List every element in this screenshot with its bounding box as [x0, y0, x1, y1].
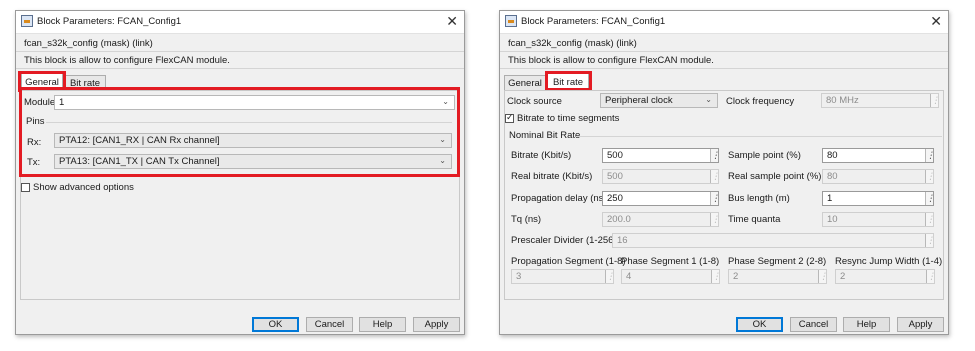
module-select[interactable]: 1 ⌄	[54, 95, 455, 110]
phase-segment-1-label: Phase Segment 1 (1-8)	[621, 256, 720, 267]
clock-source-select[interactable]: Peripheral clock ⌄	[600, 93, 718, 108]
resync-jump-width-field: 2	[835, 269, 935, 284]
propagation-segment-field: 3	[511, 269, 614, 284]
left-window-title: Block Parameters: FCAN_Config1	[37, 16, 182, 27]
propagation-delay-label: Propagation delay (ns)	[511, 193, 607, 204]
show-advanced-label[interactable]: Show advanced options	[33, 182, 134, 193]
rx-label: Rx:	[27, 137, 42, 148]
left-block-name: fcan_s32k_config (mask) (link)	[24, 38, 153, 49]
right-dialog: Block Parameters: FCAN_Config1 ✕ fcan_s3…	[499, 10, 949, 335]
rx-select[interactable]: PTA12: [CAN1_RX | CAN Rx channel] ⌄	[54, 133, 452, 148]
divider	[500, 68, 948, 69]
bitrate-label: Bitrate (Kbit/s)	[511, 150, 572, 161]
cancel-button[interactable]: Cancel	[306, 317, 353, 332]
ok-button[interactable]: OK	[252, 317, 299, 332]
prescaler-field: 16	[612, 233, 934, 248]
phase-segment-2-field: 2	[728, 269, 827, 284]
show-advanced-checkbox[interactable]	[21, 183, 30, 192]
divider	[16, 51, 464, 52]
ellipsis-vertical-icon[interactable]	[925, 149, 933, 162]
tab-general[interactable]: General	[504, 75, 546, 90]
nominal-group-line	[576, 136, 942, 137]
clock-frequency-field: 80 MHz	[821, 93, 939, 108]
tab-bit-rate[interactable]: Bit rate	[547, 73, 589, 90]
right-window-title: Block Parameters: FCAN_Config1	[521, 16, 666, 27]
tq-label: Tq (ns)	[511, 214, 542, 225]
help-button[interactable]: Help	[359, 317, 406, 332]
apply-button[interactable]: Apply	[413, 317, 460, 332]
nominal-bit-rate-label: Nominal Bit Rate	[509, 130, 581, 141]
left-dialog: Block Parameters: FCAN_Config1 ✕ fcan_s3…	[15, 10, 465, 335]
prescaler-label: Prescaler Divider (1-256)	[511, 235, 617, 246]
close-icon[interactable]: ✕	[930, 13, 942, 29]
simulink-block-icon	[21, 15, 33, 27]
bus-length-field[interactable]: 1	[822, 191, 934, 206]
chevron-down-icon: ⌄	[439, 156, 446, 165]
divider	[500, 51, 948, 52]
right-titlebar[interactable]: Block Parameters: FCAN_Config1 ✕	[500, 11, 948, 34]
pins-label: Pins	[26, 116, 45, 127]
module-label: Module	[24, 97, 56, 108]
simulink-block-icon	[505, 15, 517, 27]
divider	[16, 68, 464, 69]
ellipsis-vertical-icon[interactable]	[710, 149, 718, 162]
tab-bit-rate[interactable]: Bit rate	[64, 75, 106, 90]
time-quanta-label: Time quanta	[728, 214, 781, 225]
tq-field: 200.0	[602, 212, 719, 227]
phase-segment-1-field: 4	[621, 269, 720, 284]
close-icon[interactable]: ✕	[446, 13, 458, 29]
clock-source-label: Clock source	[507, 96, 562, 107]
chevron-down-icon: ⌄	[442, 97, 449, 106]
left-titlebar[interactable]: Block Parameters: FCAN_Config1 ✕	[16, 11, 464, 34]
ellipsis-vertical-icon[interactable]	[710, 192, 718, 205]
chevron-down-icon: ⌄	[705, 95, 712, 104]
propagation-delay-field[interactable]: 250	[602, 191, 719, 206]
ellipsis-vertical-icon[interactable]	[925, 192, 933, 205]
left-description: This block is allow to configure FlexCAN…	[24, 55, 230, 66]
pins-group-line	[46, 122, 452, 123]
right-block-name: fcan_s32k_config (mask) (link)	[508, 38, 637, 49]
propagation-segment-label: Propagation Segment (1-8)	[511, 256, 626, 267]
clock-frequency-label: Clock frequency	[726, 96, 795, 107]
time-quanta-field: 10	[822, 212, 934, 227]
apply-button[interactable]: Apply	[897, 317, 944, 332]
resync-jump-width-label: Resync Jump Width (1-4)	[835, 256, 943, 267]
real-sample-label: Real sample point (%)	[728, 171, 822, 182]
tab-general[interactable]: General	[21, 73, 63, 90]
ok-button[interactable]: OK	[736, 317, 783, 332]
real-bitrate-label: Real bitrate (Kbit/s)	[511, 171, 593, 182]
real-sample-field: 80	[822, 169, 934, 184]
bitrate-to-time-checkbox[interactable]	[505, 112, 514, 123]
bitrate-field[interactable]: 500	[602, 148, 719, 163]
right-description: This block is allow to configure FlexCAN…	[508, 55, 714, 66]
sample-point-field[interactable]: 80	[822, 148, 934, 163]
bitrate-to-time-label[interactable]: Bitrate to time segments	[517, 113, 619, 124]
help-button[interactable]: Help	[843, 317, 890, 332]
cancel-button[interactable]: Cancel	[790, 317, 837, 332]
sample-point-label: Sample point (%)	[728, 150, 801, 161]
real-bitrate-field: 500	[602, 169, 719, 184]
bus-length-label: Bus length (m)	[728, 193, 790, 204]
tx-label: Tx:	[27, 157, 41, 168]
phase-segment-2-label: Phase Segment 2 (2-8)	[728, 256, 827, 267]
tx-select[interactable]: PTA13: [CAN1_TX | CAN Tx Channel] ⌄	[54, 154, 452, 169]
chevron-down-icon: ⌄	[439, 135, 446, 144]
